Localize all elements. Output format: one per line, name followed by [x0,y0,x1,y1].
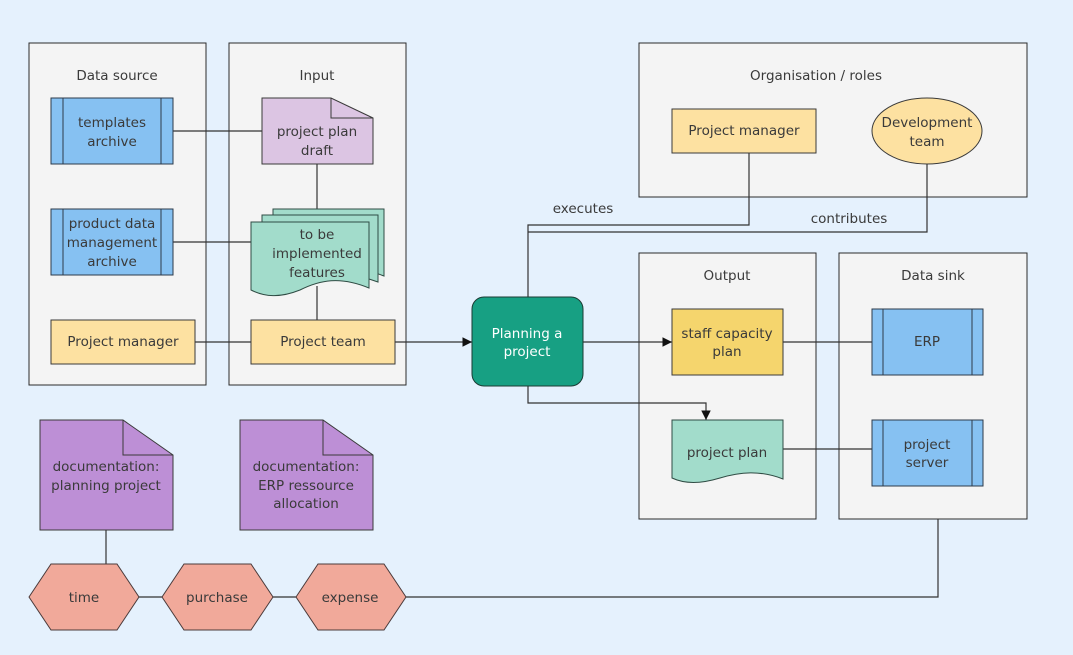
container-title: Data source [76,68,157,84]
node-project-manager-source[interactable]: Project manager [50,319,196,365]
process-diagram: Data source Input Organisation / roles O… [28,42,1028,631]
node-booking-purchase[interactable]: purchase [161,563,274,631]
edge-label-executes: executes [553,201,614,217]
svg-text:Project manager: Project manager [67,334,179,350]
svg-text:project: project [904,437,951,453]
node-pdm-archive[interactable]: product data management archive [50,208,174,276]
svg-text:staff capacity: staff capacity [681,326,772,342]
svg-text:archive: archive [87,134,137,150]
node-doc-erp-allocation[interactable]: documentation: ERP ressource allocation [239,419,374,531]
svg-text:plan: plan [712,344,741,360]
node-project-plan[interactable]: project plan [671,419,784,483]
svg-text:features: features [289,265,345,281]
node-project-server[interactable]: project server [871,419,984,487]
svg-text:management: management [67,235,157,251]
svg-text:ERP ressource: ERP ressource [258,478,354,494]
svg-text:templates: templates [78,115,146,131]
svg-text:Development: Development [882,115,973,131]
container-title: Input [300,68,335,84]
container-title: Data sink [901,268,965,284]
svg-text:purchase: purchase [186,590,248,606]
svg-text:project plan: project plan [277,124,357,140]
svg-text:Planning a: Planning a [492,326,563,342]
svg-text:expense: expense [322,590,379,606]
node-features[interactable]: to be implemented features [250,208,385,297]
node-project-manager-role[interactable]: Project manager [671,108,817,154]
edge-expense-to-sink [406,519,939,598]
node-staff-capacity-plan[interactable]: staff capacity plan [671,308,784,376]
svg-text:implemented: implemented [272,246,362,262]
svg-text:documentation:: documentation: [253,459,360,475]
container-title: Output [704,268,751,284]
svg-text:Project manager: Project manager [688,123,800,139]
svg-text:team: team [909,134,944,150]
svg-text:server: server [906,455,949,471]
node-templates-archive[interactable]: templates archive [50,97,174,165]
svg-text:draft: draft [301,143,333,159]
edge-label-contributes: contributes [811,211,888,227]
svg-text:documentation:: documentation: [53,459,160,475]
node-development-team[interactable]: Development team [871,97,983,165]
svg-text:product data: product data [69,216,156,232]
svg-text:project: project [504,344,551,360]
svg-text:allocation: allocation [273,496,339,512]
svg-text:project plan: project plan [687,445,767,461]
node-booking-expense[interactable]: expense [295,563,407,631]
svg-text:time: time [69,590,100,606]
svg-text:archive: archive [87,254,137,270]
container-output[interactable]: Output [638,252,817,520]
node-erp[interactable]: ERP [871,308,984,376]
node-booking-time[interactable]: time [28,563,140,631]
svg-text:to be: to be [300,227,335,243]
node-project-team[interactable]: Project team [250,319,396,365]
svg-text:ERP: ERP [914,334,940,350]
node-planning-process[interactable]: Planning a project [471,296,584,387]
container-title: Organisation / roles [750,68,882,84]
svg-text:Project team: Project team [280,334,366,350]
node-doc-planning-project[interactable]: documentation: planning project [39,419,174,531]
svg-text:planning project: planning project [51,478,161,494]
